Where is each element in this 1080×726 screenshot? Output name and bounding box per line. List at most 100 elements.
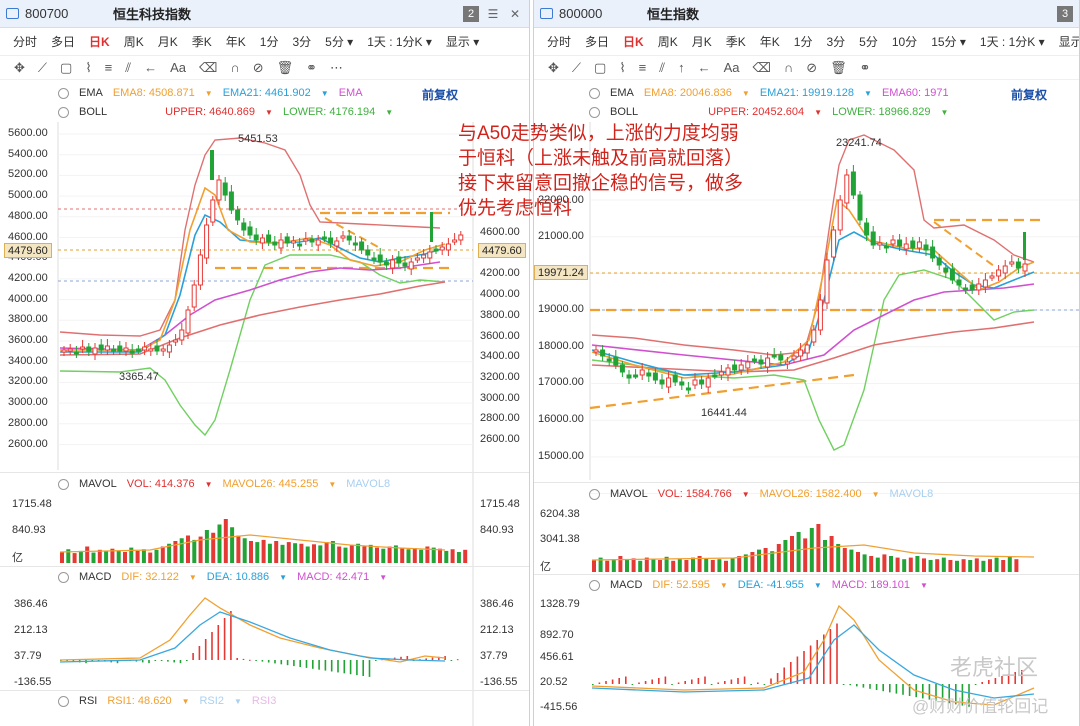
caret-down-icon[interactable]: ▼ <box>864 89 872 98</box>
candle-body <box>1015 261 1021 269</box>
divider <box>534 482 1079 483</box>
macd-bar <box>638 682 640 684</box>
macd-bar <box>160 660 163 661</box>
caret-down-icon[interactable]: ▼ <box>814 108 822 117</box>
caret-down-icon[interactable]: ▼ <box>205 480 213 489</box>
candle-body <box>705 377 711 388</box>
left-high-label: 5451.53 <box>238 133 278 145</box>
caret-down-icon[interactable]: ▼ <box>234 697 242 706</box>
volume-bar <box>902 559 907 572</box>
candle-body <box>111 348 117 352</box>
gear-icon[interactable] <box>58 478 69 490</box>
axis-tick-label: 3000.00 <box>480 392 520 404</box>
candle-body <box>98 344 104 351</box>
macd-bar <box>343 660 346 674</box>
candle-body <box>92 347 98 355</box>
caret-down-icon[interactable]: ▼ <box>385 108 393 117</box>
volume-bar <box>349 545 354 563</box>
axis-tick-label: 3600.00 <box>8 334 48 346</box>
macd-bar <box>730 679 733 684</box>
caret-down-icon[interactable]: ▼ <box>941 108 949 117</box>
boll-lower-value: LOWER: 18966.829 <box>832 106 931 118</box>
macd-bar <box>757 682 759 684</box>
candle-body <box>148 348 154 352</box>
candle-body <box>402 262 408 267</box>
macd-bar <box>974 684 977 685</box>
axis-tick-label: 19000.00 <box>538 303 584 315</box>
caret-down-icon[interactable]: ▼ <box>814 581 822 590</box>
macd-bar <box>664 676 667 684</box>
caret-down-icon[interactable]: ▼ <box>189 573 197 582</box>
macd-bar <box>249 659 251 661</box>
caret-down-icon[interactable]: ▼ <box>872 490 880 499</box>
volume-bar <box>116 550 121 563</box>
fuquan-button[interactable]: 前复权 <box>1011 86 1047 103</box>
divider <box>0 690 529 691</box>
gear-icon[interactable] <box>58 87 69 99</box>
candle-body <box>765 357 771 368</box>
candle-body <box>334 240 340 247</box>
volume-bar <box>889 556 893 572</box>
volume-bar <box>836 544 841 572</box>
macd-bar <box>362 660 364 676</box>
caret-down-icon[interactable]: ▼ <box>265 108 273 117</box>
caret-down-icon[interactable]: ▼ <box>321 89 329 98</box>
volume-bar <box>280 544 285 563</box>
volume-bar <box>638 560 643 572</box>
candle-body <box>903 243 909 250</box>
volume-bar <box>337 546 342 563</box>
caret-down-icon[interactable]: ▼ <box>182 697 190 706</box>
caret-down-icon[interactable]: ▼ <box>920 581 928 590</box>
axis-tick-label: 3041.38 <box>540 533 580 545</box>
candle-body <box>321 236 327 240</box>
candle-body <box>844 174 850 204</box>
candle-body <box>179 329 185 341</box>
caret-down-icon[interactable]: ▼ <box>279 573 287 582</box>
candle-body <box>191 284 197 308</box>
right-chart-pane[interactable]: 800000 恒生指数 3 分时 多日 日K 周K 月K 季K 年K 1分 3分 5分 10分 15分… <box>533 0 1080 726</box>
axis-tick-label: 37.79 <box>14 650 42 662</box>
caret-down-icon[interactable]: ▼ <box>720 581 728 590</box>
gear-icon[interactable] <box>58 106 69 118</box>
mavol-label: MAVOL <box>610 488 648 500</box>
volume-bar <box>704 558 709 572</box>
volume-bar <box>456 552 461 563</box>
gear-icon[interactable] <box>58 571 69 583</box>
axis-tick-label: 15000.00 <box>538 450 584 462</box>
candle-body <box>340 235 346 239</box>
caret-down-icon[interactable]: ▼ <box>328 480 336 489</box>
macd-bar <box>368 660 371 677</box>
macd-bar <box>217 625 220 660</box>
macd-bar <box>849 684 851 686</box>
boll-upper-value: UPPER: 20452.604 <box>708 106 805 118</box>
caret-down-icon[interactable]: ▼ <box>742 89 750 98</box>
volume-bar <box>211 532 216 563</box>
left-chart-pane[interactable]: 800700 恒生科技指数 2 ☰ ✕ 分时 多日 日K 周K 月K 季K 年K 1分 3分 5分… <box>0 0 530 726</box>
gear-icon[interactable] <box>589 87 600 99</box>
divider <box>0 472 529 473</box>
gear-icon[interactable] <box>589 579 600 591</box>
candle-body <box>80 346 86 350</box>
caret-down-icon[interactable]: ▼ <box>205 89 213 98</box>
fuquan-button[interactable]: 前复权 <box>422 86 458 103</box>
volume-bar <box>362 546 367 563</box>
gear-icon[interactable] <box>58 695 69 707</box>
candle-body <box>117 345 123 352</box>
volume-bar <box>968 560 973 572</box>
axis-tick-label: 1715.48 <box>12 498 52 510</box>
volume-bar <box>104 551 109 563</box>
macd-label: MACD <box>79 571 112 583</box>
gear-icon[interactable] <box>589 106 600 118</box>
candle-body <box>458 234 464 241</box>
gear-icon[interactable] <box>589 488 600 500</box>
volume-bar <box>915 556 920 572</box>
candle-body <box>210 199 216 223</box>
axis-tick-label: 840.93 <box>12 524 46 536</box>
candle-body <box>247 226 253 236</box>
caret-down-icon[interactable]: ▼ <box>742 490 750 499</box>
candle-body <box>104 345 110 351</box>
macd-bar <box>179 660 182 664</box>
candle-body <box>798 349 804 357</box>
caret-down-icon[interactable]: ▼ <box>379 573 387 582</box>
left-boll-row: BOLL UPPER: 4640.869 ▼ LOWER: 4176.194 ▼ <box>58 103 393 121</box>
